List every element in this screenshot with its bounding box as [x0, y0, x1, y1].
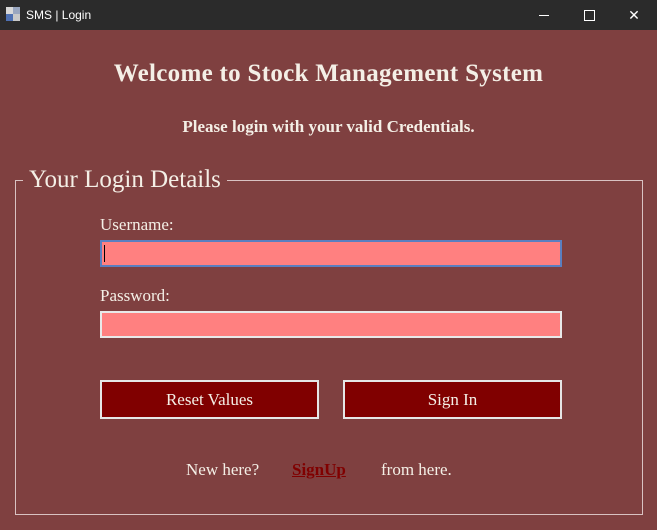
close-icon: ✕ [628, 6, 640, 23]
login-instruction: Please login with your valid Credentials… [182, 117, 475, 136]
username-input[interactable] [100, 240, 562, 267]
maximize-button[interactable] [566, 0, 612, 30]
window-title: SMS | Login [26, 8, 92, 22]
close-button[interactable]: ✕ [611, 0, 657, 30]
maximize-icon [583, 9, 595, 21]
text-caret [104, 245, 105, 262]
from-here-text: from here. [381, 460, 452, 479]
minimize-button[interactable] [521, 0, 567, 30]
app-icon [6, 7, 20, 21]
sign-in-button[interactable]: Sign In [343, 380, 562, 419]
new-here-text: New here? [186, 460, 260, 479]
password-label: Password: [100, 286, 170, 305]
signup-link[interactable]: SignUp [292, 460, 346, 480]
minimize-icon [539, 14, 549, 16]
password-input[interactable] [100, 311, 562, 338]
reset-values-button[interactable]: Reset Values [100, 380, 319, 419]
login-details-title: Your Login Details [23, 164, 227, 196]
username-label: Username: [100, 215, 174, 234]
title-bar: SMS | Login ✕ [0, 0, 657, 30]
welcome-heading: Welcome to Stock Management System [113, 60, 544, 87]
